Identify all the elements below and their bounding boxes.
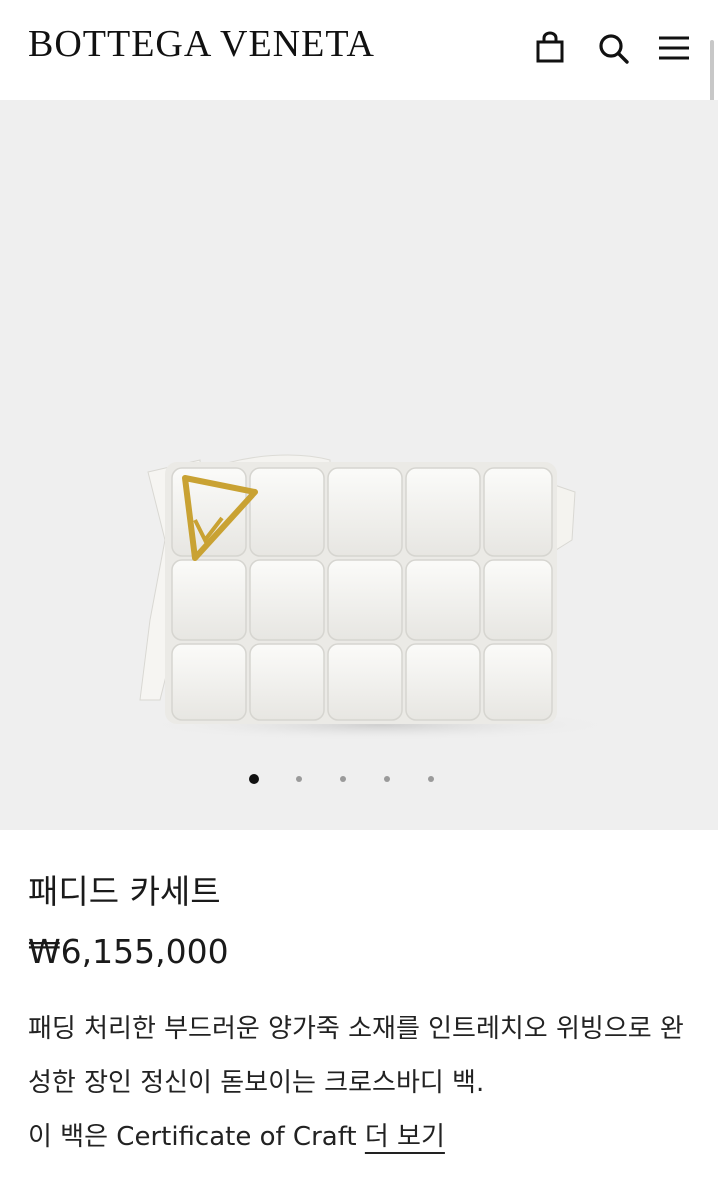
product-description: 패딩 처리한 부드러운 양가죽 소재를 인트레치오 위빙으로 완성한 장인 정신… (28, 1014, 684, 1098)
gallery-pagination (0, 772, 718, 788)
product-description-block: 패딩 처리한 부드러운 양가죽 소재를 인트레치오 위빙으로 완성한 장인 정신… (28, 1002, 688, 1164)
menu-icon[interactable] (656, 30, 692, 66)
certificate-line: 이 백은 Certificate of Craft 더 보기 (28, 1110, 688, 1164)
product-price: ₩6,155,000 (28, 932, 229, 971)
read-more-link[interactable]: 더 보기 (365, 1122, 445, 1152)
bag-icon[interactable] (532, 30, 568, 66)
gallery-dot-2[interactable] (296, 776, 302, 782)
gallery-dot-1[interactable] (249, 774, 259, 784)
product-title: 패디드 카세트 (28, 872, 221, 911)
product-image-gallery[interactable] (0, 100, 718, 830)
product-info: 패디드 카세트 ₩6,155,000 패딩 처리한 부드러운 양가죽 소재를 인… (28, 870, 688, 1164)
brand-logo[interactable]: BOTTEGA VENETA (28, 22, 375, 66)
gallery-dot-5[interactable] (428, 776, 434, 782)
search-icon[interactable] (596, 30, 632, 66)
gallery-dot-4[interactable] (384, 776, 390, 782)
gallery-dot-3[interactable] (340, 776, 346, 782)
site-header: BOTTEGA VENETA (0, 0, 718, 100)
certificate-text: 이 백은 Certificate of Craft (28, 1122, 357, 1152)
product-image (139, 454, 620, 741)
